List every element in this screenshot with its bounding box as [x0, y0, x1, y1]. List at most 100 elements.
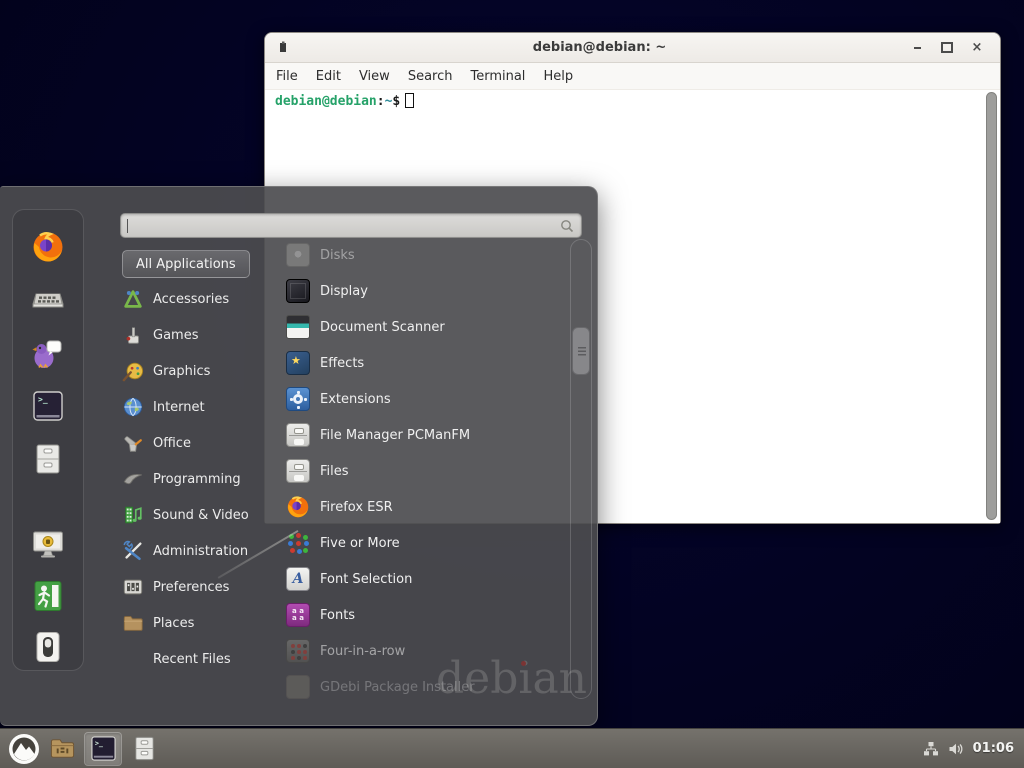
keyboard-icon[interactable]: [31, 283, 65, 317]
prompt-user-host: debian@debian: [275, 94, 377, 109]
close-icon[interactable]: [970, 41, 984, 55]
menu-view[interactable]: View: [350, 69, 399, 84]
favorites-sidebar: >_: [12, 209, 84, 671]
search-input[interactable]: [128, 214, 559, 237]
app-item-effects[interactable]: Effects: [286, 345, 568, 381]
system-tray: 01:06: [923, 741, 1014, 757]
files-icon: [286, 459, 310, 483]
category-label: Recent Files: [153, 652, 231, 667]
app-item-five-or-more[interactable]: Five or More: [286, 525, 568, 561]
category-label: Accessories: [153, 292, 229, 307]
menu-file[interactable]: File: [267, 69, 307, 84]
menu-scrollbar-track[interactable]: [570, 239, 592, 699]
app-item-display[interactable]: Display: [286, 273, 568, 309]
app-item-firefox-esr[interactable]: Firefox ESR: [286, 489, 568, 525]
menu-edit[interactable]: Edit: [307, 69, 350, 84]
clock[interactable]: 01:06: [973, 741, 1014, 756]
window-icon: [277, 41, 289, 55]
app-item-files[interactable]: Files: [286, 453, 568, 489]
category-accessories[interactable]: Accessories: [122, 281, 284, 317]
category-label: Administration: [153, 544, 248, 559]
menu-search[interactable]: Search: [399, 69, 462, 84]
category-graphics[interactable]: Graphics: [122, 353, 284, 389]
office-icon: [122, 432, 144, 454]
app-item-label: GDebi Package Installer: [320, 680, 475, 695]
session-buttons: [31, 528, 65, 664]
app-item-label: Display: [320, 284, 368, 299]
search-icon: [559, 218, 575, 234]
folder-icon: [49, 735, 76, 762]
category-places[interactable]: Places: [122, 605, 284, 641]
category-recent-files[interactable]: Recent Files: [122, 641, 284, 677]
all-applications-label: All Applications: [136, 257, 236, 272]
menu-button[interactable]: [8, 733, 40, 765]
category-programming[interactable]: Programming: [122, 461, 284, 497]
volume-icon[interactable]: [948, 741, 964, 757]
graphics-icon: [122, 360, 144, 382]
desktop: debian@debian: ~ File Edit View Search T…: [0, 0, 1024, 768]
menu-terminal[interactable]: Terminal: [461, 69, 534, 84]
terminal-menubar: File Edit View Search Terminal Help: [265, 63, 1000, 90]
app-item-label: Files: [320, 464, 349, 479]
application-menu: debian >_ All Applications: [0, 186, 598, 726]
app-item-extensions[interactable]: Extensions: [286, 381, 568, 417]
maximize-icon[interactable]: [940, 41, 954, 55]
app-item-label: Effects: [320, 356, 364, 371]
app-item-document-scanner[interactable]: Document Scanner: [286, 309, 568, 345]
terminal-titlebar[interactable]: debian@debian: ~: [265, 33, 1000, 63]
firefox-icon[interactable]: [31, 230, 65, 264]
files-launcher[interactable]: [125, 732, 163, 766]
terminal-launcher[interactable]: >_: [84, 732, 122, 766]
app-item-gdebi[interactable]: GDebi Package Installer: [286, 669, 568, 705]
app-item-disks[interactable]: Disks: [286, 237, 568, 273]
app-item-label: Five or More: [320, 536, 400, 551]
svg-text:>_: >_: [94, 740, 103, 748]
terminal-scrollbar[interactable]: [986, 92, 997, 520]
prompt-symbol: $: [392, 94, 400, 109]
pidgin-icon[interactable]: [31, 336, 65, 370]
programming-icon: [122, 468, 144, 490]
category-label: Graphics: [153, 364, 210, 379]
app-item-fonts[interactable]: Fonts: [286, 597, 568, 633]
search-box[interactable]: [120, 213, 582, 238]
menu-help[interactable]: Help: [534, 69, 582, 84]
app-item-font-selection[interactable]: Font Selection: [286, 561, 568, 597]
category-label: Preferences: [153, 580, 229, 595]
lock-screen-icon[interactable]: [31, 528, 65, 562]
terminal-icon[interactable]: >_: [31, 389, 65, 423]
category-preferences[interactable]: Preferences: [122, 569, 284, 605]
taskbar: >_ 01:06: [0, 728, 1024, 768]
file-cabinet-icon[interactable]: [31, 442, 65, 476]
network-icon[interactable]: [923, 741, 939, 757]
svg-text:>_: >_: [38, 395, 48, 404]
log-out-icon[interactable]: [31, 579, 65, 613]
all-applications-button[interactable]: All Applications: [122, 250, 250, 278]
app-item-label: Document Scanner: [320, 320, 445, 335]
app-item-file-manager-pcmanfm[interactable]: File Manager PCManFM: [286, 417, 568, 453]
administration-icon: [122, 540, 144, 562]
category-office[interactable]: Office: [122, 425, 284, 461]
font-selection-icon: [286, 567, 310, 591]
category-label: Places: [153, 616, 194, 631]
disks-icon: [286, 243, 310, 267]
category-games[interactable]: Games: [122, 317, 284, 353]
accessories-icon: [122, 288, 144, 310]
category-label: Sound & Video: [153, 508, 249, 523]
shut-down-icon[interactable]: [31, 630, 65, 664]
category-internet[interactable]: Internet: [122, 389, 284, 425]
minimize-icon[interactable]: [910, 41, 924, 55]
category-sound-video[interactable]: Sound & Video: [122, 497, 284, 533]
app-item-label: Font Selection: [320, 572, 412, 587]
category-label: Games: [153, 328, 198, 343]
app-item-four-in-a-row[interactable]: Four-in-a-row: [286, 633, 568, 669]
category-label: Internet: [153, 400, 205, 415]
file-manager-icon: [286, 423, 310, 447]
menu-scrollbar-thumb[interactable]: [572, 327, 590, 375]
terminal-cursor: [405, 93, 414, 108]
category-label: Programming: [153, 472, 241, 487]
fonts-icon: [286, 603, 310, 627]
app-item-label: File Manager PCManFM: [320, 428, 470, 443]
blank-icon: [122, 648, 144, 670]
four-in-a-row-icon: [286, 639, 310, 663]
file-manager-launcher[interactable]: [43, 732, 81, 766]
